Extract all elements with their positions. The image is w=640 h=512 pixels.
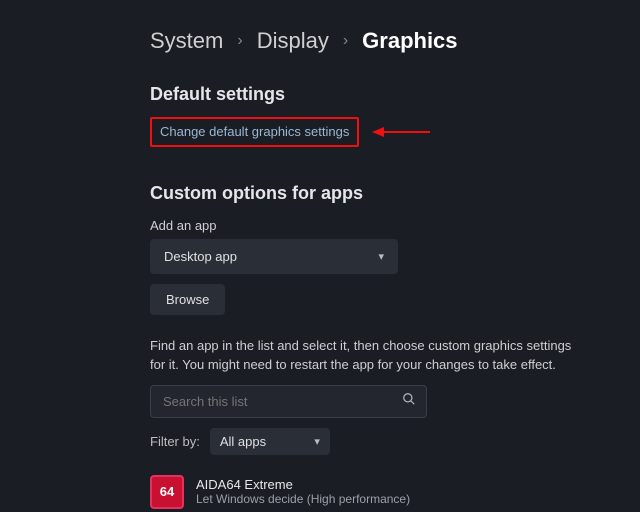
annotation-arrow-icon — [372, 125, 432, 139]
browse-button[interactable]: Browse — [150, 284, 225, 315]
app-type-value: Desktop app — [164, 249, 237, 264]
chevron-right-icon: › — [237, 32, 242, 50]
search-input-wrap[interactable] — [150, 385, 427, 418]
chevron-right-icon: › — [343, 32, 348, 50]
app-icon: 64 — [150, 475, 184, 509]
breadcrumb-graphics: Graphics — [362, 28, 457, 54]
highlight-box: Change default graphics settings — [150, 117, 359, 147]
app-subtitle: Let Windows decide (High performance) — [196, 492, 410, 506]
default-settings-heading: Default settings — [150, 84, 640, 105]
filter-select[interactable]: All apps ▾ — [210, 428, 330, 455]
filter-label: Filter by: — [150, 434, 200, 449]
app-info: AIDA64 ExtremeLet Windows decide (High p… — [196, 477, 410, 506]
filter-value: All apps — [220, 434, 266, 449]
breadcrumb: System › Display › Graphics — [150, 28, 640, 54]
search-icon — [402, 392, 416, 411]
search-input[interactable] — [161, 393, 402, 410]
app-row[interactable]: 64 AIDA64 ExtremeLet Windows decide (High… — [150, 469, 640, 512]
chevron-down-icon: ▾ — [378, 250, 384, 263]
chevron-down-icon: ▾ — [314, 435, 320, 448]
app-name: AIDA64 Extreme — [196, 477, 410, 492]
breadcrumb-system[interactable]: System — [150, 28, 223, 54]
app-type-select[interactable]: Desktop app ▾ — [150, 239, 398, 274]
add-app-label: Add an app — [150, 218, 640, 233]
custom-options-heading: Custom options for apps — [150, 183, 640, 204]
custom-options-description: Find an app in the list and select it, t… — [150, 337, 580, 375]
change-default-graphics-link[interactable]: Change default graphics settings — [160, 124, 349, 139]
breadcrumb-display[interactable]: Display — [257, 28, 329, 54]
